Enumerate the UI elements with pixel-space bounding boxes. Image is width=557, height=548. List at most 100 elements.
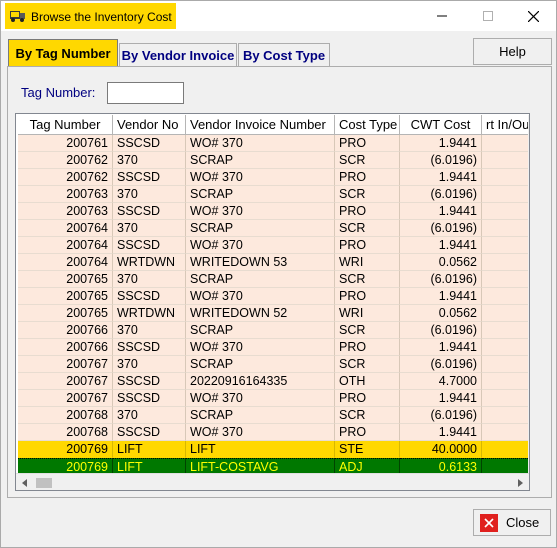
cell-cost-type[interactable]: SCR: [335, 322, 400, 339]
cell-vendor-invoice-number[interactable]: SCRAP: [186, 356, 335, 373]
cell-vendor-no[interactable]: SSCSD: [113, 288, 186, 305]
cell-cwt-cost[interactable]: (6.0196): [400, 356, 482, 373]
cell-tag-number[interactable]: 200763: [18, 186, 113, 203]
close-window-button[interactable]: [510, 1, 556, 31]
cell-tag-number[interactable]: 200765: [18, 288, 113, 305]
cell-vendor-invoice-number[interactable]: WO# 370: [186, 339, 335, 356]
cell-port-in-out[interactable]: [482, 424, 529, 441]
cell-vendor-invoice-number[interactable]: WO# 370: [186, 135, 335, 152]
tab-by-tag-number[interactable]: By Tag Number: [8, 39, 118, 67]
cell-vendor-no[interactable]: 370: [113, 152, 186, 169]
cell-cost-type[interactable]: PRO: [335, 339, 400, 356]
vertical-scrollbar[interactable]: [528, 115, 529, 473]
cell-port-in-out[interactable]: [482, 169, 529, 186]
cell-vendor-invoice-number[interactable]: SCRAP: [186, 407, 335, 424]
cell-vendor-no[interactable]: 370: [113, 220, 186, 237]
cell-cost-type[interactable]: SCR: [335, 152, 400, 169]
cell-cost-type[interactable]: WRI: [335, 305, 400, 322]
cell-cwt-cost[interactable]: (6.0196): [400, 220, 482, 237]
cell-vendor-no[interactable]: WRTDWN: [113, 305, 186, 322]
cell-port-in-out[interactable]: [482, 458, 529, 473]
cell-cost-type[interactable]: PRO: [335, 203, 400, 220]
scroll-right-arrow-icon[interactable]: [512, 474, 529, 490]
table-row[interactable]: 200764 SSCSD WO# 370 PRO 1.9441: [18, 237, 529, 254]
column-header-cwt-cost[interactable]: CWT Cost: [400, 115, 482, 135]
column-header-cost-type[interactable]: Cost Type: [335, 115, 400, 135]
cell-cwt-cost[interactable]: (6.0196): [400, 271, 482, 288]
cell-cwt-cost[interactable]: 40.0000: [400, 441, 482, 458]
cell-vendor-invoice-number[interactable]: SCRAP: [186, 271, 335, 288]
cell-tag-number[interactable]: 200763: [18, 203, 113, 220]
table-row[interactable]: 200763 370 SCRAP SCR (6.0196): [18, 186, 529, 203]
cell-port-in-out[interactable]: [482, 407, 529, 424]
table-row[interactable]: 200769 LIFT LIFT-COSTAVG ADJ 0.6133: [18, 458, 529, 473]
cell-tag-number[interactable]: 200765: [18, 271, 113, 288]
cell-vendor-invoice-number[interactable]: SCRAP: [186, 186, 335, 203]
cell-cost-type[interactable]: WRI: [335, 254, 400, 271]
cell-tag-number[interactable]: 200765: [18, 305, 113, 322]
cell-tag-number[interactable]: 200766: [18, 339, 113, 356]
cell-cost-type[interactable]: ADJ: [335, 458, 400, 473]
column-header-vendor-invoice-number[interactable]: Vendor Invoice Number: [186, 115, 335, 135]
cell-tag-number[interactable]: 200769: [18, 458, 113, 473]
cell-port-in-out[interactable]: [482, 356, 529, 373]
cell-cwt-cost[interactable]: 1.9441: [400, 237, 482, 254]
cell-tag-number[interactable]: 200762: [18, 169, 113, 186]
cell-cost-type[interactable]: SCR: [335, 220, 400, 237]
table-row[interactable]: 200762 SSCSD WO# 370 PRO 1.9441: [18, 169, 529, 186]
help-button[interactable]: Help: [473, 38, 552, 65]
cell-vendor-invoice-number[interactable]: WO# 370: [186, 390, 335, 407]
cell-vendor-no[interactable]: LIFT: [113, 458, 186, 473]
column-header-vendor-no[interactable]: Vendor No: [113, 115, 186, 135]
cell-port-in-out[interactable]: [482, 441, 529, 458]
cell-tag-number[interactable]: 200768: [18, 424, 113, 441]
cell-port-in-out[interactable]: [482, 237, 529, 254]
cell-cwt-cost[interactable]: 0.6133: [400, 458, 482, 473]
column-header-port-in-out[interactable]: rt In/Ou: [482, 115, 529, 135]
cell-tag-number[interactable]: 200767: [18, 356, 113, 373]
cell-tag-number[interactable]: 200761: [18, 135, 113, 152]
cell-tag-number[interactable]: 200764: [18, 254, 113, 271]
cell-vendor-no[interactable]: SSCSD: [113, 390, 186, 407]
horizontal-scrollbar[interactable]: [16, 473, 529, 490]
cell-tag-number[interactable]: 200764: [18, 220, 113, 237]
cell-vendor-no[interactable]: SSCSD: [113, 169, 186, 186]
cell-vendor-invoice-number[interactable]: WO# 370: [186, 237, 335, 254]
cell-cost-type[interactable]: PRO: [335, 237, 400, 254]
cell-cost-type[interactable]: SCR: [335, 407, 400, 424]
cell-vendor-invoice-number[interactable]: WO# 370: [186, 288, 335, 305]
cell-port-in-out[interactable]: [482, 271, 529, 288]
cell-cwt-cost[interactable]: 1.9441: [400, 169, 482, 186]
cell-cost-type[interactable]: SCR: [335, 186, 400, 203]
cell-port-in-out[interactable]: [482, 152, 529, 169]
cell-port-in-out[interactable]: [482, 390, 529, 407]
scroll-down-arrow-icon[interactable]: [528, 456, 529, 473]
cell-vendor-no[interactable]: SSCSD: [113, 339, 186, 356]
cell-vendor-invoice-number[interactable]: 20220916164335: [186, 373, 335, 390]
maximize-button[interactable]: [465, 1, 511, 31]
cell-tag-number[interactable]: 200769: [18, 441, 113, 458]
cell-port-in-out[interactable]: [482, 305, 529, 322]
cell-tag-number[interactable]: 200766: [18, 322, 113, 339]
cell-port-in-out[interactable]: [482, 373, 529, 390]
table-row[interactable]: 200766 SSCSD WO# 370 PRO 1.9441: [18, 339, 529, 356]
cell-cwt-cost[interactable]: 1.9441: [400, 288, 482, 305]
cell-vendor-invoice-number[interactable]: WO# 370: [186, 169, 335, 186]
table-row[interactable]: 200767 SSCSD 20220916164335 OTH 4.7000: [18, 373, 529, 390]
cell-cwt-cost[interactable]: (6.0196): [400, 322, 482, 339]
table-row[interactable]: 200768 SSCSD WO# 370 PRO 1.9441: [18, 424, 529, 441]
cell-cwt-cost[interactable]: 1.9441: [400, 424, 482, 441]
cell-cost-type[interactable]: PRO: [335, 390, 400, 407]
table-row[interactable]: 200765 WRTDWN WRITEDOWN 52 WRI 0.0562: [18, 305, 529, 322]
cell-vendor-no[interactable]: 370: [113, 356, 186, 373]
table-row[interactable]: 200767 370 SCRAP SCR (6.0196): [18, 356, 529, 373]
table-row[interactable]: 200766 370 SCRAP SCR (6.0196): [18, 322, 529, 339]
table-row[interactable]: 200765 SSCSD WO# 370 PRO 1.9441: [18, 288, 529, 305]
cell-vendor-invoice-number[interactable]: SCRAP: [186, 322, 335, 339]
cell-cwt-cost[interactable]: 1.9441: [400, 390, 482, 407]
table-row[interactable]: 200762 370 SCRAP SCR (6.0196): [18, 152, 529, 169]
table-row[interactable]: 200764 370 SCRAP SCR (6.0196): [18, 220, 529, 237]
table-row[interactable]: 200768 370 SCRAP SCR (6.0196): [18, 407, 529, 424]
table-row[interactable]: 200767 SSCSD WO# 370 PRO 1.9441: [18, 390, 529, 407]
cell-port-in-out[interactable]: [482, 135, 529, 152]
